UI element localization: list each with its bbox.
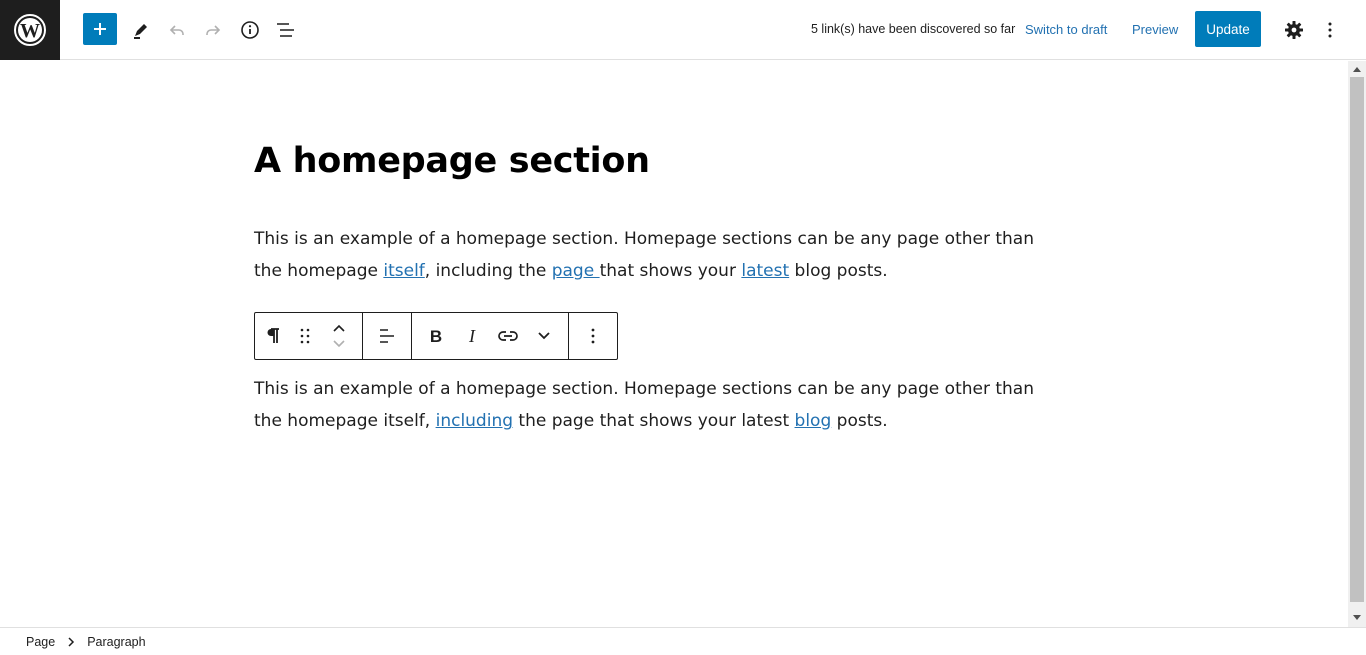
block-options-group	[569, 313, 617, 359]
scroll-up-arrow-icon[interactable]	[1352, 64, 1362, 74]
paragraph-icon	[267, 328, 279, 343]
drag-handle[interactable]	[291, 313, 319, 359]
editor-canvas: A homepage section This is an example of…	[0, 61, 1348, 627]
paragraph-text: posts.	[831, 411, 888, 431]
vertical-scrollbar[interactable]	[1348, 61, 1366, 627]
tools-button[interactable]	[123, 12, 159, 48]
bold-button[interactable]: B	[418, 313, 454, 359]
settings-button[interactable]	[1276, 12, 1312, 48]
alignment-group	[363, 313, 412, 359]
link-button[interactable]	[490, 313, 526, 359]
editor-header: W 5 link(s) have been discovered so far …	[0, 0, 1366, 60]
link-icon	[498, 331, 518, 341]
link-latest[interactable]: latest	[741, 261, 789, 281]
breadcrumb-item-paragraph[interactable]: Paragraph	[87, 635, 145, 649]
list-view-button[interactable]	[268, 12, 304, 48]
paragraph-text: , including the	[424, 261, 552, 281]
link-page[interactable]: page	[552, 261, 600, 281]
link-itself[interactable]: itself	[383, 261, 424, 281]
bold-icon: B	[430, 327, 442, 345]
align-button[interactable]	[369, 313, 405, 359]
breadcrumb-item-page[interactable]: Page	[26, 635, 55, 649]
paragraph-block-2[interactable]: This is an example of a homepage section…	[254, 373, 1044, 437]
chevron-down-icon	[538, 332, 550, 340]
redo-icon	[206, 25, 221, 35]
svg-text:W: W	[20, 20, 40, 42]
drag-handle-icon	[300, 328, 310, 344]
more-formatting-button[interactable]	[526, 313, 562, 359]
add-block-button[interactable]	[83, 13, 117, 45]
info-icon	[241, 21, 259, 39]
formatting-group: B I	[412, 313, 569, 359]
link-including[interactable]: including	[436, 411, 513, 431]
options-button[interactable]	[1312, 12, 1348, 48]
more-vertical-icon	[591, 328, 595, 344]
gear-icon	[1285, 21, 1303, 39]
svg-text:I: I	[468, 327, 476, 345]
scroll-down-arrow-icon[interactable]	[1352, 613, 1362, 623]
preview-button[interactable]: Preview	[1132, 22, 1178, 37]
block-movers	[319, 313, 359, 359]
switch-to-draft-button[interactable]: Switch to draft	[1025, 22, 1107, 37]
move-up-icon[interactable]	[332, 324, 346, 333]
scrollbar-thumb[interactable]	[1350, 77, 1364, 602]
paragraph-block-1[interactable]: This is an example of a homepage section…	[254, 223, 1044, 287]
svg-text:B: B	[430, 327, 442, 345]
block-toolbar: B I	[254, 312, 618, 360]
pencil-icon	[134, 24, 147, 39]
italic-button[interactable]: I	[454, 313, 490, 359]
details-button[interactable]	[232, 12, 268, 48]
wordpress-logo-icon[interactable]: W	[0, 0, 60, 60]
align-left-icon	[380, 329, 394, 343]
post-title[interactable]: A homepage section	[254, 141, 650, 181]
chevron-right-icon	[67, 636, 75, 647]
block-controls-group	[255, 313, 363, 359]
breadcrumb: Page Paragraph	[0, 627, 1366, 655]
list-view-icon	[277, 23, 294, 37]
paragraph-text: the page that shows your latest	[513, 411, 795, 431]
italic-icon: I	[468, 327, 476, 345]
undo-icon	[169, 25, 184, 35]
paragraph-text: that shows your	[599, 261, 742, 281]
plus-icon	[94, 23, 106, 35]
block-type-button[interactable]	[255, 313, 291, 359]
move-down-icon[interactable]	[332, 339, 346, 348]
update-button[interactable]: Update	[1195, 11, 1261, 47]
undo-button[interactable]	[159, 12, 195, 48]
more-vertical-icon	[1328, 22, 1332, 38]
block-options-button[interactable]	[575, 313, 611, 359]
paragraph-text: blog posts.	[789, 261, 888, 281]
link-blog[interactable]: blog	[795, 411, 832, 431]
redo-button[interactable]	[195, 12, 231, 48]
link-discovery-status: 5 link(s) have been discovered so far	[811, 22, 1016, 36]
